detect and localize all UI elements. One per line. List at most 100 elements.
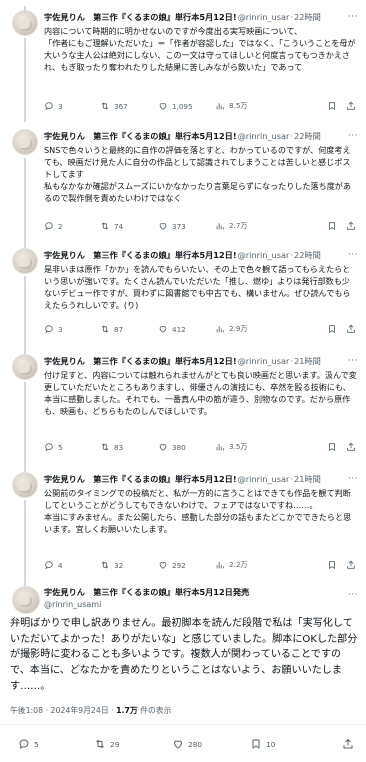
timestamp[interactable]: 21時間 xyxy=(294,355,321,367)
reply-icon xyxy=(45,325,53,334)
reply-count: 5 xyxy=(58,442,63,452)
avatar[interactable] xyxy=(12,129,38,155)
reply-icon xyxy=(45,443,53,452)
bookmark-icon[interactable] xyxy=(327,101,337,111)
thread-reply-2[interactable]: 宇佐見りん 第三作『くるまの娘』単行本5月12日! @rinrin_usar ·… xyxy=(0,6,366,252)
tweet-text: 内容について時期的に明かせないのですが今度出る実写映画について、 「作者にもご理… xyxy=(44,26,356,72)
timestamp[interactable]: 22時間 xyxy=(294,11,321,23)
thread-reply-1[interactable]: 宇佐見りん 第三作『くるまの娘』単行本5月12日! @rinrin_usar ·… xyxy=(0,0,366,122)
views-button[interactable]: 2.9万 xyxy=(215,324,273,334)
avatar[interactable] xyxy=(12,354,38,380)
thread-reply-5[interactable]: 宇佐見りん 第三作『くるまの娘』単行本5月12日! @rinrin_usar ·… xyxy=(0,464,366,588)
retweet-count: 29 xyxy=(110,739,120,749)
share-icon[interactable] xyxy=(346,324,356,334)
share-icon[interactable] xyxy=(346,560,356,570)
reply-count: 3 xyxy=(58,101,63,111)
like-count: 373 xyxy=(172,221,186,231)
thread-reply-3[interactable]: 宇佐見りん 第三作『くるまの娘』単行本5月12日! @rinrin_usar ·… xyxy=(0,240,366,354)
views-count: 3.5万 xyxy=(229,442,248,451)
reply-button[interactable]: 5 xyxy=(18,738,94,750)
thread-reply-4[interactable]: 宇佐見りん 第三作『くるまの娘』単行本5月12日! @rinrin_usar ·… xyxy=(0,346,366,472)
author-handle[interactable]: @rinrin_usar xyxy=(238,131,290,141)
main-author-name[interactable]: 宇佐見りん 第三作『くるまの娘』単行本5月12日発売 xyxy=(44,586,249,598)
timestamp[interactable]: 22時間 xyxy=(294,130,321,142)
author-handle[interactable]: @rinrin_usar xyxy=(238,356,290,366)
author-name[interactable]: 宇佐見りん 第三作『くるまの娘』単行本5月12日! xyxy=(44,249,237,261)
views-button[interactable]: 3.5万 xyxy=(215,442,273,452)
main-tweet-header: 宇佐見りん 第三作『くるまの娘』単行本5月12日発売 @rinrin_usami xyxy=(44,586,249,609)
main-author-handle[interactable]: @rinrin_usami xyxy=(44,600,249,609)
bookmark-icon[interactable] xyxy=(327,442,337,452)
more-icon[interactable]: ··· xyxy=(348,474,358,484)
reply-button[interactable]: 4 xyxy=(44,560,100,570)
more-icon[interactable]: ··· xyxy=(348,131,358,141)
more-icon[interactable]: ··· xyxy=(348,590,358,600)
views-count: 2.2万 xyxy=(229,560,248,569)
views-button[interactable]: 2.2万 xyxy=(215,560,273,570)
author-name[interactable]: 宇佐見りん 第三作『くるまの娘』単行本5月12日! xyxy=(44,473,237,485)
main-avatar[interactable] xyxy=(12,586,40,614)
author-handle[interactable]: @rinrin_usar xyxy=(238,474,290,484)
reply-count: 4 xyxy=(58,560,63,570)
more-icon[interactable]: ··· xyxy=(348,12,358,22)
share-icon[interactable] xyxy=(346,442,356,452)
timestamp[interactable]: 21時間 xyxy=(294,473,321,485)
main-timestamp[interactable]: 午後1:08 · 2024年9月24日 xyxy=(10,706,109,715)
reply-button[interactable]: 2 xyxy=(44,221,100,231)
reply-count: 5 xyxy=(34,739,39,749)
like-count: 412 xyxy=(172,324,186,334)
like-count: 280 xyxy=(188,739,203,749)
thread-line xyxy=(24,276,26,354)
author-handle[interactable]: @rinrin_usar xyxy=(238,250,290,260)
more-icon[interactable]: ··· xyxy=(348,356,358,366)
like-button[interactable]: 280 xyxy=(172,738,250,750)
bookmark-icon[interactable] xyxy=(327,221,337,231)
like-button[interactable]: 292 xyxy=(158,560,215,570)
retweet-button[interactable]: 29 xyxy=(94,738,172,750)
reply-button[interactable]: 3 xyxy=(44,101,100,111)
views-icon xyxy=(216,223,224,230)
views-icon xyxy=(216,326,224,333)
avatar[interactable] xyxy=(12,472,38,498)
views-button[interactable]: 2.7万 xyxy=(215,221,273,231)
reply-count: 2 xyxy=(58,221,63,231)
timestamp[interactable]: 22時間 xyxy=(294,249,321,261)
author-handle[interactable]: @rinrin_usar xyxy=(238,12,290,22)
retweet-button[interactable]: 367 xyxy=(100,101,158,111)
retweet-count: 87 xyxy=(114,324,124,334)
bookmark-icon[interactable] xyxy=(327,560,337,570)
like-count: 292 xyxy=(172,560,186,570)
avatar[interactable] xyxy=(12,248,38,274)
dot-separator: · xyxy=(290,131,293,141)
retweet-button[interactable]: 32 xyxy=(100,560,158,570)
views-count: 2.7万 xyxy=(229,221,248,230)
tweet-header: 宇佐見りん 第三作『くるまの娘』単行本5月12日! @rinrin_usar ·… xyxy=(44,354,360,368)
retweet-count: 74 xyxy=(114,221,124,231)
tweet-actions: 3 367 1,095 8.5万 xyxy=(44,99,356,113)
author-name[interactable]: 宇佐見りん 第三作『くるまの娘』単行本5月12日! xyxy=(44,355,237,367)
tweet-actions: 5 83 380 3.5万 xyxy=(44,440,356,454)
bookmark-count: 10 xyxy=(266,739,276,749)
reply-button[interactable]: 5 xyxy=(44,442,100,452)
more-icon[interactable]: ··· xyxy=(348,250,358,260)
like-button[interactable]: 373 xyxy=(158,221,215,231)
like-button[interactable]: 380 xyxy=(158,442,215,452)
like-icon xyxy=(173,740,183,749)
views-button[interactable]: 8.5万 xyxy=(215,101,273,111)
retweet-button[interactable]: 83 xyxy=(100,442,158,452)
like-icon xyxy=(159,562,167,569)
reply-button[interactable]: 3 xyxy=(44,324,100,334)
retweet-button[interactable]: 87 xyxy=(100,324,158,334)
share-icon[interactable] xyxy=(346,221,356,231)
author-name[interactable]: 宇佐見りん 第三作『くるまの娘』単行本5月12日! xyxy=(44,130,237,142)
like-button[interactable]: 1,095 xyxy=(158,101,215,111)
like-button[interactable]: 412 xyxy=(158,324,215,334)
bookmark-icon[interactable] xyxy=(327,324,337,334)
like-icon xyxy=(159,326,167,333)
author-name[interactable]: 宇佐見りん 第三作『くるまの娘』単行本5月12日! xyxy=(44,11,237,23)
share-icon[interactable] xyxy=(346,101,356,111)
tweet-actions: 2 74 373 2.7万 xyxy=(44,219,356,233)
bookmark-button[interactable]: 10 xyxy=(250,738,330,750)
share-button[interactable] xyxy=(342,738,354,750)
retweet-button[interactable]: 74 xyxy=(100,221,158,231)
